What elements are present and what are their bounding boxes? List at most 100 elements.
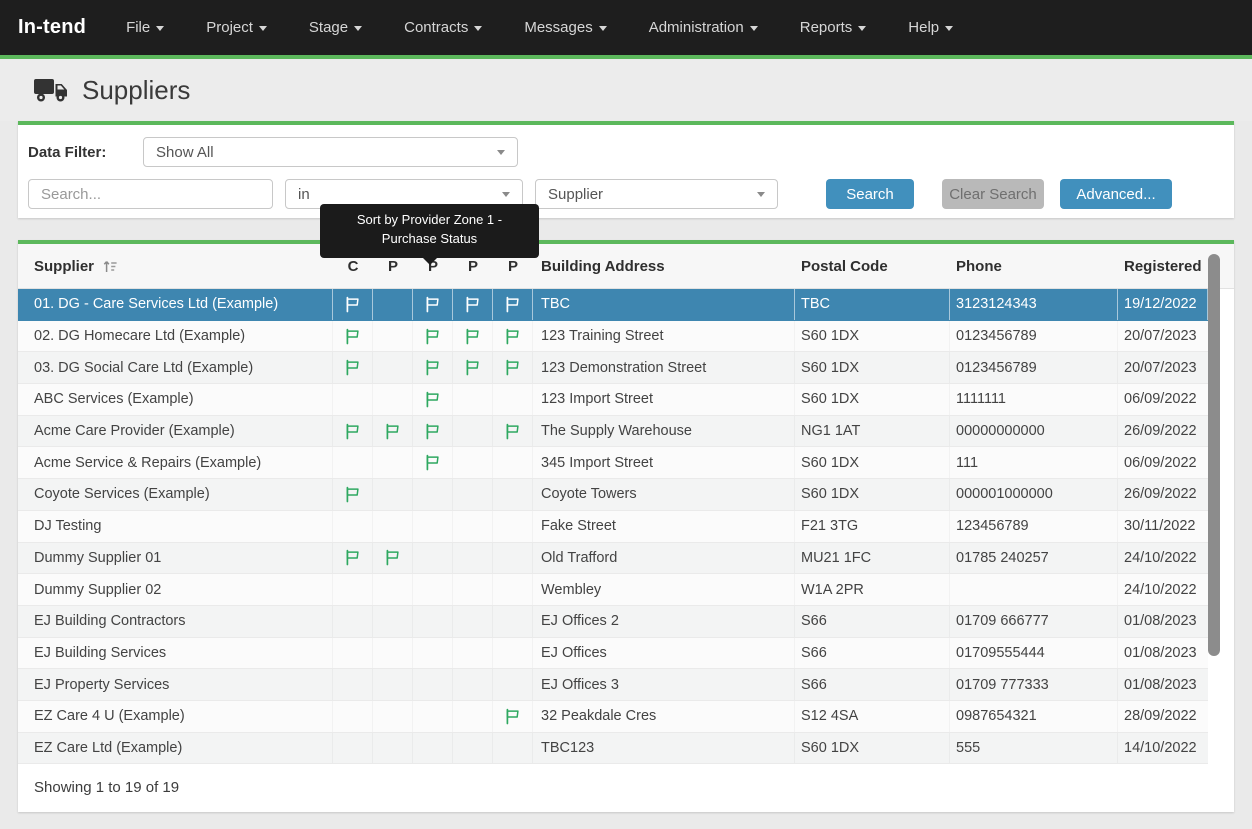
table-row[interactable]: Acme Service & Repairs (Example)345 Impo… (18, 447, 1208, 479)
scope-value: in (298, 186, 310, 203)
supplier-cell: DJ Testing (18, 511, 333, 542)
sort-icon[interactable] (102, 259, 119, 274)
advanced-button[interactable]: Advanced... (1060, 179, 1172, 209)
menu-label: Stage (309, 19, 348, 36)
menu-messages[interactable]: Messages (524, 19, 606, 36)
app-brand[interactable]: In-tend (18, 16, 86, 39)
flag-cell-p3 (453, 638, 493, 669)
registered-cell: 26/09/2022 (1118, 479, 1208, 510)
phone-cell: 01785 240257 (950, 543, 1118, 574)
column-header-label: P (468, 258, 478, 275)
menu-label: File (126, 19, 150, 36)
table-row[interactable]: EJ Property ServicesEJ Offices 3S6601709… (18, 669, 1208, 701)
flag-cell-p4 (493, 352, 533, 383)
postal-code-cell: S60 1DX (795, 479, 950, 510)
postal-code-cell: S60 1DX (795, 352, 950, 383)
field-select[interactable]: Supplier (535, 179, 778, 209)
sort-tooltip: Sort by Provider Zone 1 - Purchase Statu… (320, 204, 539, 258)
table-scrollbar[interactable] (1208, 250, 1221, 766)
table-row[interactable]: EJ Building ServicesEJ OfficesS660170955… (18, 638, 1208, 670)
chevron-down-icon (497, 150, 505, 155)
table-row[interactable]: ABC Services (Example)123 Import StreetS… (18, 384, 1208, 416)
table-row[interactable]: Coyote Services (Example)Coyote TowersS6… (18, 479, 1208, 511)
table-row[interactable]: Dummy Supplier 01Old TraffordMU21 1FC017… (18, 543, 1208, 575)
table-row[interactable]: EZ Care 4 U (Example)32 Peakdale CresS12… (18, 701, 1208, 733)
table-row[interactable]: Dummy Supplier 02WembleyW1A 2PR24/10/202… (18, 574, 1208, 606)
chevron-down-icon (502, 192, 510, 197)
flag-cell-c (333, 574, 373, 605)
flag-icon (504, 296, 521, 313)
menu-reports[interactable]: Reports (800, 19, 867, 36)
flag-cell-p1 (373, 447, 413, 478)
phone-cell: 0123456789 (950, 352, 1118, 383)
table-row[interactable]: DJ TestingFake StreetF21 3TG12345678930/… (18, 511, 1208, 543)
flag-cell-p2 (413, 447, 453, 478)
flag-cell-p4 (493, 638, 533, 669)
postal-code-cell: MU21 1FC (795, 543, 950, 574)
flag-icon (424, 391, 441, 408)
flag-cell-p4 (493, 574, 533, 605)
navbar-menu: File Project Stage Contracts Messages Adminis… (126, 19, 953, 36)
flag-cell-p3 (453, 669, 493, 700)
column-header-label: P (388, 258, 398, 275)
flag-cell-p3 (453, 606, 493, 637)
menu-label: Contracts (404, 19, 468, 36)
supplier-cell: 02. DG Homecare Ltd (Example) (18, 321, 333, 352)
table-row[interactable]: EJ Building ContractorsEJ Offices 2S6601… (18, 606, 1208, 638)
flag-icon (424, 454, 441, 471)
phone-cell: 000001000000 (950, 479, 1118, 510)
table-row[interactable]: Acme Care Provider (Example)The Supply W… (18, 416, 1208, 448)
flag-cell-p2 (413, 384, 453, 415)
flag-icon (464, 328, 481, 345)
table-row[interactable]: 01. DG - Care Services Ltd (Example)TBCT… (18, 289, 1208, 321)
flag-cell-p1 (373, 479, 413, 510)
menu-file[interactable]: File (126, 19, 164, 36)
flag-cell-p1 (373, 543, 413, 574)
flag-cell-p4 (493, 511, 533, 542)
search-input[interactable] (41, 186, 260, 203)
data-filter-select[interactable]: Show All (143, 137, 518, 167)
column-header-registered[interactable]: Registered (1118, 244, 1208, 288)
column-header-label: Phone (956, 258, 1002, 275)
menu-project[interactable]: Project (206, 19, 267, 36)
flag-cell-p1 (373, 606, 413, 637)
flag-cell-p2 (413, 574, 453, 605)
address-cell: 123 Import Street (533, 384, 795, 415)
phone-cell: 1111111 (950, 384, 1118, 415)
flag-icon (504, 359, 521, 376)
flag-cell-p2 (413, 543, 453, 574)
registered-cell: 20/07/2023 (1118, 352, 1208, 383)
column-header-label: Supplier (34, 258, 94, 275)
flag-icon (464, 359, 481, 376)
scrollbar-thumb[interactable] (1208, 254, 1220, 656)
menu-stage[interactable]: Stage (309, 19, 362, 36)
table-row[interactable]: 03. DG Social Care Ltd (Example)123 Demo… (18, 352, 1208, 384)
flag-icon (344, 328, 361, 345)
column-header-supplier[interactable]: Supplier (18, 244, 333, 288)
table-body: 01. DG - Care Services Ltd (Example)TBCT… (18, 289, 1234, 764)
flag-cell-c (333, 511, 373, 542)
search-button[interactable]: Search (826, 179, 914, 209)
menu-help[interactable]: Help (908, 19, 953, 36)
postal-code-cell: S66 (795, 638, 950, 669)
menu-contracts[interactable]: Contracts (404, 19, 482, 36)
caret-down-icon (259, 26, 267, 31)
flag-cell-p3 (453, 701, 493, 732)
registered-cell: 01/08/2023 (1118, 638, 1208, 669)
column-header-label: P (508, 258, 518, 275)
column-header-building-address[interactable]: Building Address (533, 244, 795, 288)
flag-cell-c (333, 701, 373, 732)
table-row[interactable]: EZ Care Ltd (Example)TBC123S60 1DX55514/… (18, 733, 1208, 765)
menu-administration[interactable]: Administration (649, 19, 758, 36)
flag-cell-p3 (453, 352, 493, 383)
flag-cell-c (333, 289, 373, 320)
phone-cell (950, 574, 1118, 605)
table-row[interactable]: 02. DG Homecare Ltd (Example)123 Trainin… (18, 321, 1208, 353)
postal-code-cell: W1A 2PR (795, 574, 950, 605)
column-header-phone[interactable]: Phone (950, 244, 1118, 288)
flag-icon (344, 423, 361, 440)
clear-search-button[interactable]: Clear Search (942, 179, 1044, 209)
flag-icon (384, 423, 401, 440)
column-header-postal-code[interactable]: Postal Code (795, 244, 950, 288)
supplier-cell: 03. DG Social Care Ltd (Example) (18, 352, 333, 383)
